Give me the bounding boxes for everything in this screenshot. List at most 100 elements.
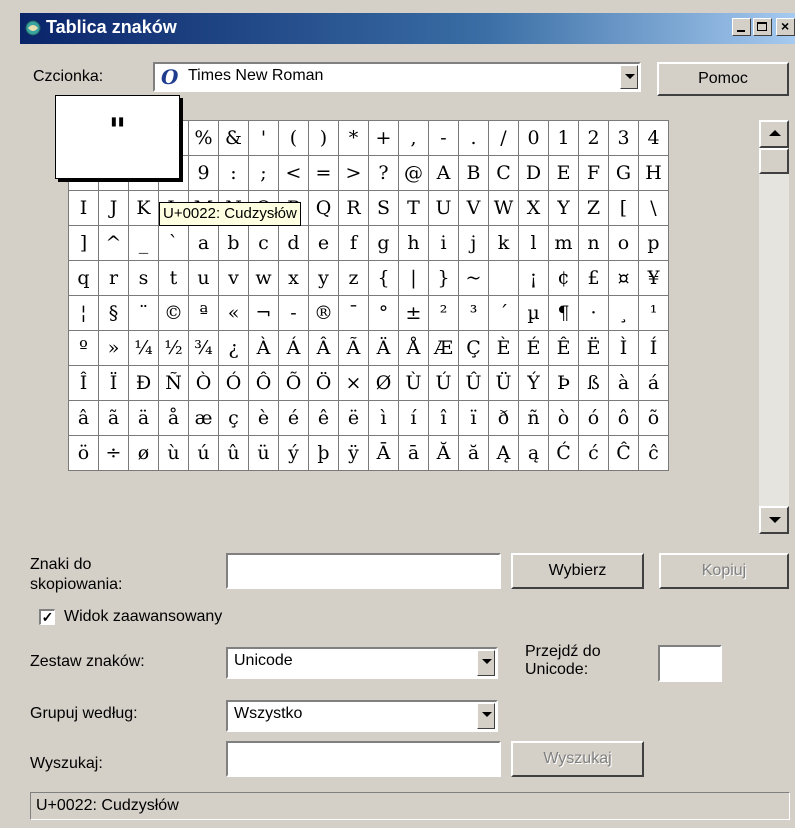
char-cell[interactable]: ~: [458, 260, 489, 296]
char-cell[interactable]: [: [608, 190, 639, 226]
char-cell[interactable]: í: [398, 400, 429, 436]
char-cell[interactable]: Ã: [338, 330, 369, 366]
char-cell[interactable]: 0: [518, 120, 549, 156]
char-cell[interactable]: Y: [548, 190, 579, 226]
char-cell[interactable]: I: [68, 190, 99, 226]
char-cell[interactable]: G: [608, 155, 639, 191]
char-cell[interactable]: %: [188, 120, 219, 156]
char-cell[interactable]: ö: [68, 435, 99, 471]
char-cell[interactable]: Ë: [578, 330, 609, 366]
char-cell[interactable]: C: [488, 155, 519, 191]
help-button[interactable]: Pomoc: [657, 62, 789, 96]
char-cell[interactable]: ê: [308, 400, 339, 436]
char-cell[interactable]: +: [368, 120, 399, 156]
char-cell[interactable]: Ê: [548, 330, 579, 366]
char-cell[interactable]: ,: [398, 120, 429, 156]
char-cell[interactable]: _: [128, 225, 159, 261]
char-cell[interactable]: =: [308, 155, 339, 191]
chevron-down-icon[interactable]: [620, 65, 638, 89]
char-cell[interactable]: Â: [308, 330, 339, 366]
char-cell[interactable]: }: [428, 260, 459, 296]
char-cell[interactable]: ÷: [98, 435, 129, 471]
goto-unicode-input[interactable]: [658, 645, 722, 682]
search-input[interactable]: [226, 741, 501, 777]
char-cell[interactable]: æ: [188, 400, 219, 436]
char-cell[interactable]: ó: [578, 400, 609, 436]
char-cell[interactable]: D: [518, 155, 549, 191]
char-cell[interactable]: Æ: [428, 330, 459, 366]
char-cell[interactable]: Þ: [548, 365, 579, 401]
char-cell[interactable]: W: [488, 190, 519, 226]
char-cell[interactable]: y: [308, 260, 339, 296]
char-cell[interactable]: g: [368, 225, 399, 261]
char-cell[interactable]: 9: [188, 155, 219, 191]
char-cell[interactable]: ]: [68, 225, 99, 261]
char-cell[interactable]: Õ: [278, 365, 309, 401]
char-cell[interactable]: Ù: [398, 365, 429, 401]
char-cell[interactable]: Í: [638, 330, 669, 366]
char-cell[interactable]: õ: [638, 400, 669, 436]
char-cell[interactable]: ĉ: [638, 435, 669, 471]
char-cell[interactable]: Ð: [128, 365, 159, 401]
char-cell[interactable]: ø: [128, 435, 159, 471]
grid-scrollbar[interactable]: [759, 120, 789, 534]
char-cell[interactable]: ½: [158, 330, 189, 366]
char-cell[interactable]: Ï: [98, 365, 129, 401]
char-cell[interactable]: ä: [128, 400, 159, 436]
char-cell[interactable]: Ü: [488, 365, 519, 401]
char-cell[interactable]: Ć: [548, 435, 579, 471]
char-cell[interactable]: Ý: [518, 365, 549, 401]
char-cell[interactable]: (: [278, 120, 309, 156]
char-cell[interactable]: -: [278, 295, 309, 331]
char-cell[interactable]: x: [278, 260, 309, 296]
char-cell[interactable]: Ó: [218, 365, 249, 401]
char-cell[interactable]: z: [338, 260, 369, 296]
char-cell[interactable]: 3: [608, 120, 639, 156]
char-cell[interactable]: ²: [428, 295, 459, 331]
char-cell[interactable]: ă: [458, 435, 489, 471]
char-cell[interactable]: Ā: [368, 435, 399, 471]
char-cell[interactable]: \: [638, 190, 669, 226]
char-cell[interactable]: ą: [518, 435, 549, 471]
char-cell[interactable]: ¬: [248, 295, 279, 331]
char-cell[interactable]: º: [68, 330, 99, 366]
char-cell[interactable]: ®: [308, 295, 339, 331]
scroll-thumb[interactable]: [759, 148, 789, 174]
char-cell[interactable]: ×: [338, 365, 369, 401]
char-cell[interactable]: µ: [518, 295, 549, 331]
char-cell[interactable]: ;: [248, 155, 279, 191]
char-cell[interactable]: k: [488, 225, 519, 261]
char-cell[interactable]: J: [98, 190, 129, 226]
char-cell[interactable]: Ú: [428, 365, 459, 401]
char-cell[interactable]: .: [458, 120, 489, 156]
char-cell[interactable]: Å: [398, 330, 429, 366]
char-cell[interactable]: ý: [278, 435, 309, 471]
charset-dropdown[interactable]: Unicode: [226, 647, 498, 679]
char-cell[interactable]: ñ: [518, 400, 549, 436]
font-dropdown[interactable]: O Times New Roman: [153, 62, 641, 92]
char-cell[interactable]: ô: [608, 400, 639, 436]
char-cell[interactable]: Û: [458, 365, 489, 401]
char-cell[interactable]: n: [578, 225, 609, 261]
char-cell[interactable]: ©: [158, 295, 189, 331]
char-cell[interactable]: ì: [368, 400, 399, 436]
char-cell[interactable]: U: [428, 190, 459, 226]
char-cell[interactable]: ß: [578, 365, 609, 401]
char-cell[interactable]: /: [488, 120, 519, 156]
char-cell[interactable]: Ò: [188, 365, 219, 401]
char-cell[interactable]: Ô: [248, 365, 279, 401]
char-cell[interactable]: l: [518, 225, 549, 261]
char-cell[interactable]: Ą: [488, 435, 519, 471]
char-cell[interactable]: ¡: [518, 260, 549, 296]
char-cell[interactable]: ï: [458, 400, 489, 436]
char-cell[interactable]: ú: [188, 435, 219, 471]
char-cell[interactable]: Ö: [308, 365, 339, 401]
char-cell[interactable]: Ă: [428, 435, 459, 471]
char-cell[interactable]: ÿ: [338, 435, 369, 471]
char-cell[interactable]: ā: [398, 435, 429, 471]
char-cell[interactable]: ¶: [548, 295, 579, 331]
char-cell[interactable]: ù: [158, 435, 189, 471]
char-cell[interactable]: ü: [248, 435, 279, 471]
char-cell[interactable]: ¦: [68, 295, 99, 331]
advanced-view-checkbox[interactable]: ✓: [39, 609, 55, 625]
